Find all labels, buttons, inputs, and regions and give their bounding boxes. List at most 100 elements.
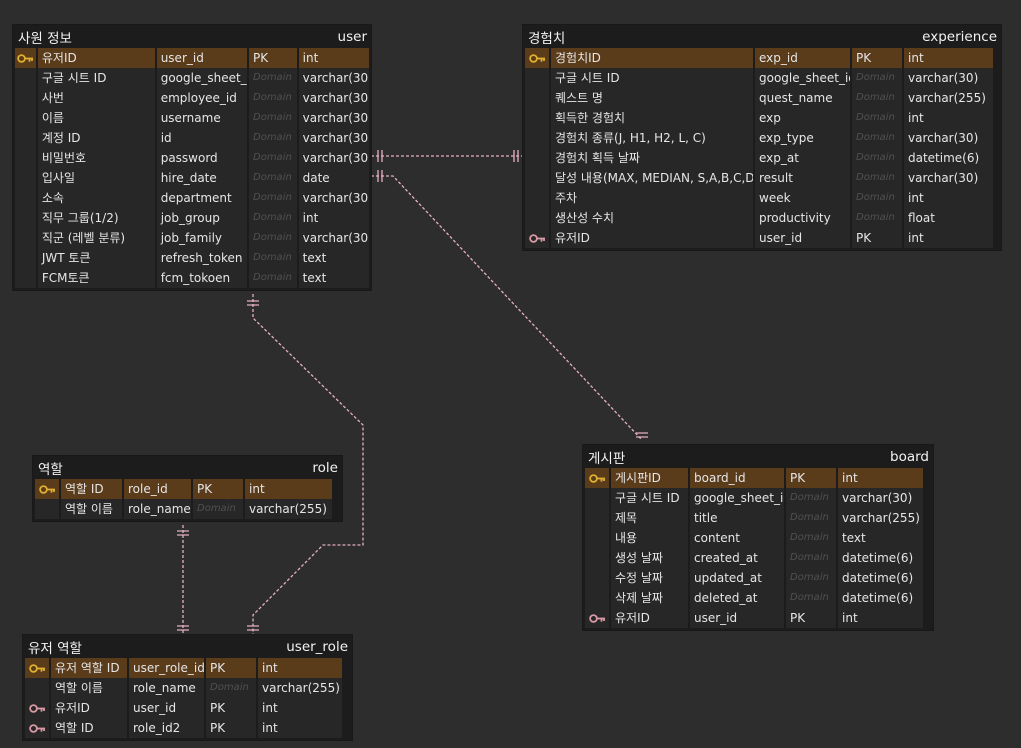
attribute-logical-name: 유저 역할 ID (51, 658, 127, 678)
entity-user[interactable]: 사원 정보 user 유저ID user_id PK int 구글 시트 ID google_… (13, 25, 371, 290)
attribute-row[interactable]: 유저ID user_id PK int (525, 228, 999, 248)
key-cell (15, 248, 36, 268)
attribute-data-type: text (298, 248, 369, 268)
key-cell (585, 568, 609, 588)
key-cell (585, 508, 609, 528)
attribute-row[interactable]: 유저ID user_id PK int (15, 48, 369, 68)
attribute-row[interactable]: 역할 ID role_id2 PK int (25, 718, 350, 738)
key-cell (15, 68, 36, 88)
attribute-row[interactable]: 경험치ID exp_id PK int (525, 48, 999, 68)
attribute-logical-name: 직무 그룹(1/2) (37, 208, 155, 228)
attribute-row[interactable]: 주차 week Domain int (525, 188, 999, 208)
attribute-domain: PK (852, 48, 902, 68)
attribute-physical-name: department (156, 188, 247, 208)
entity-label: 사원 정보 (18, 30, 72, 47)
attribute-logical-name: 유저ID (51, 698, 127, 718)
attribute-physical-name: user_id (690, 608, 784, 628)
entity-header[interactable]: 유저 역할 user_role (23, 635, 352, 658)
attribute-domain: PK (786, 608, 836, 628)
attribute-row[interactable]: 직무 그룹(1/2) job_group Domain int (15, 208, 369, 228)
entity-header[interactable]: 역할 role (33, 456, 342, 479)
attribute-domain: Domain (852, 108, 902, 128)
attribute-row[interactable]: 게시판ID board_id PK int (585, 468, 931, 488)
attribute-data-type: varchar(30) (298, 88, 369, 108)
attribute-data-type: int (298, 208, 369, 228)
attribute-data-type: date (298, 168, 369, 188)
attribute-row[interactable]: JWT 토큰 refresh_token Domain text (15, 248, 369, 268)
attribute-row[interactable]: 삭제 날짜 deleted_at Domain datetime(6) (585, 588, 931, 608)
entity-header[interactable]: 경험치 experience (523, 25, 1001, 48)
attribute-data-type: datetime(6) (904, 148, 993, 168)
entity-experience[interactable]: 경험치 experience 경험치ID exp_id PK int 구글 시트 ID goo… (523, 25, 1001, 250)
attribute-domain: Domain (206, 678, 256, 698)
entity-role[interactable]: 역할 role 역할 ID role_id PK int 역할 이름 role_name Dom… (33, 456, 342, 521)
key-cell (25, 698, 49, 718)
attribute-physical-name: productivity (755, 208, 850, 228)
attribute-logical-name: 구글 시트 ID (551, 68, 753, 88)
attribute-row[interactable]: 내용 content Domain text (585, 528, 931, 548)
attribute-logical-name: 비밀번호 (37, 148, 155, 168)
attribute-row[interactable]: 구글 시트 IDgoogle_sheet_idDomainvarchar(30) (15, 68, 369, 88)
attribute-row[interactable]: 역할 이름 role_name Domain varchar(255) (35, 499, 340, 519)
attribute-row[interactable]: 획득한 경험치 exp Domain int (525, 108, 999, 128)
attribute-physical-name: role_id (124, 479, 191, 499)
attribute-row[interactable]: 퀘스트 명 quest_name Domain varchar(255) (525, 88, 999, 108)
attribute-row[interactable]: 구글 시트 IDgoogle_sheet_idDomainvarchar(30) (525, 68, 999, 88)
attribute-domain: Domain (786, 488, 836, 508)
attribute-row[interactable]: 경험치 획득 날짜 exp_at Domain datetime(6) (525, 148, 999, 168)
attribute-row[interactable]: 이름 username Domain varchar(30) (15, 108, 369, 128)
entity-board[interactable]: 게시판 board 게시판ID board_id PK int 구글 시트 ID google… (583, 445, 933, 630)
attribute-row[interactable]: 비밀번호 password Domain varchar(30) (15, 148, 369, 168)
attribute-logical-name: 퀘스트 명 (551, 88, 753, 108)
attribute-row[interactable]: 유저ID user_id PK int (25, 698, 350, 718)
attribute-domain: Domain (852, 128, 902, 148)
attribute-row[interactable]: 수정 날짜 updated_at Domain datetime(6) (585, 568, 931, 588)
attribute-row[interactable]: 역할 ID role_id PK int (35, 479, 340, 499)
attribute-physical-name: role_name (124, 499, 191, 519)
attribute-row[interactable]: 생산성 수치 productivity Domain float (525, 208, 999, 228)
attribute-data-type: varchar(30) (904, 168, 993, 188)
attribute-data-type: int (904, 228, 993, 248)
attribute-physical-name: content (690, 528, 784, 548)
attribute-logical-name: 생성 날짜 (611, 548, 688, 568)
entity-table-name: role (312, 459, 338, 476)
attribute-data-type: varchar(30) (298, 188, 369, 208)
attribute-domain: Domain (852, 148, 902, 168)
attribute-row[interactable]: 유저ID user_id PK int (585, 608, 931, 628)
attribute-data-type: int (838, 608, 923, 628)
attribute-row[interactable]: 제목 title Domain varchar(255) (585, 508, 931, 528)
attribute-logical-name: 유저ID (611, 608, 688, 628)
attribute-row[interactable]: FCM토큰 fcm_tokoen Domain text (15, 268, 369, 288)
attribute-logical-name: 계정 ID (37, 128, 155, 148)
entity-user-role[interactable]: 유저 역할 user_role 유저 역할 ID user_role_id PK int 역… (23, 635, 352, 740)
key-cell (15, 148, 36, 168)
entity-header[interactable]: 게시판 board (583, 445, 933, 468)
attribute-row[interactable]: 경험치 종류(J, H1, H2, L, C) exp_type Domain var… (525, 128, 999, 148)
attribute-row[interactable]: 구글 시트 IDgoogle_sheet_idDomainvarchar(30) (585, 488, 931, 508)
attribute-row[interactable]: 생성 날짜 created_at Domain datetime(6) (585, 548, 931, 568)
attribute-row[interactable]: 사번 employee_id Domain varchar(30) (15, 88, 369, 108)
attribute-row[interactable]: 역할 이름 role_name Domain varchar(255) (25, 678, 350, 698)
attribute-logical-name: 유저ID (37, 48, 155, 68)
primary-key-icon (528, 53, 545, 63)
attribute-domain: Domain (786, 568, 836, 588)
attribute-row[interactable]: 계정 ID id Domain varchar(30) (15, 128, 369, 148)
attribute-physical-name: exp (755, 108, 850, 128)
attribute-row[interactable]: 달성 내용(MAX, MEDIAN, S,A,B,C,D) result Domai… (525, 168, 999, 188)
attribute-row[interactable]: 직군 (레벨 분류) job_family Domain varchar(30) (15, 228, 369, 248)
attribute-domain: Domain (249, 108, 297, 128)
attribute-row[interactable]: 유저 역할 ID user_role_id PK int (25, 658, 350, 678)
attribute-domain: PK (852, 228, 902, 248)
attribute-row[interactable]: 소속 department Domain varchar(30) (15, 188, 369, 208)
attribute-logical-name: 직군 (레벨 분류) (37, 228, 155, 248)
attribute-domain: Domain (193, 499, 243, 519)
attribute-logical-name: 역할 이름 (61, 499, 122, 519)
attribute-row[interactable]: 입사일 hire_date Domain date (15, 168, 369, 188)
attribute-logical-name: 역할 ID (51, 718, 127, 738)
attribute-data-type: varchar(30) (298, 108, 369, 128)
attribute-logical-name: 소속 (37, 188, 155, 208)
attribute-logical-name: 역할 이름 (51, 678, 127, 698)
entity-header[interactable]: 사원 정보 user (13, 25, 371, 48)
attribute-domain: PK (786, 468, 836, 488)
primary-key-icon (38, 484, 55, 494)
